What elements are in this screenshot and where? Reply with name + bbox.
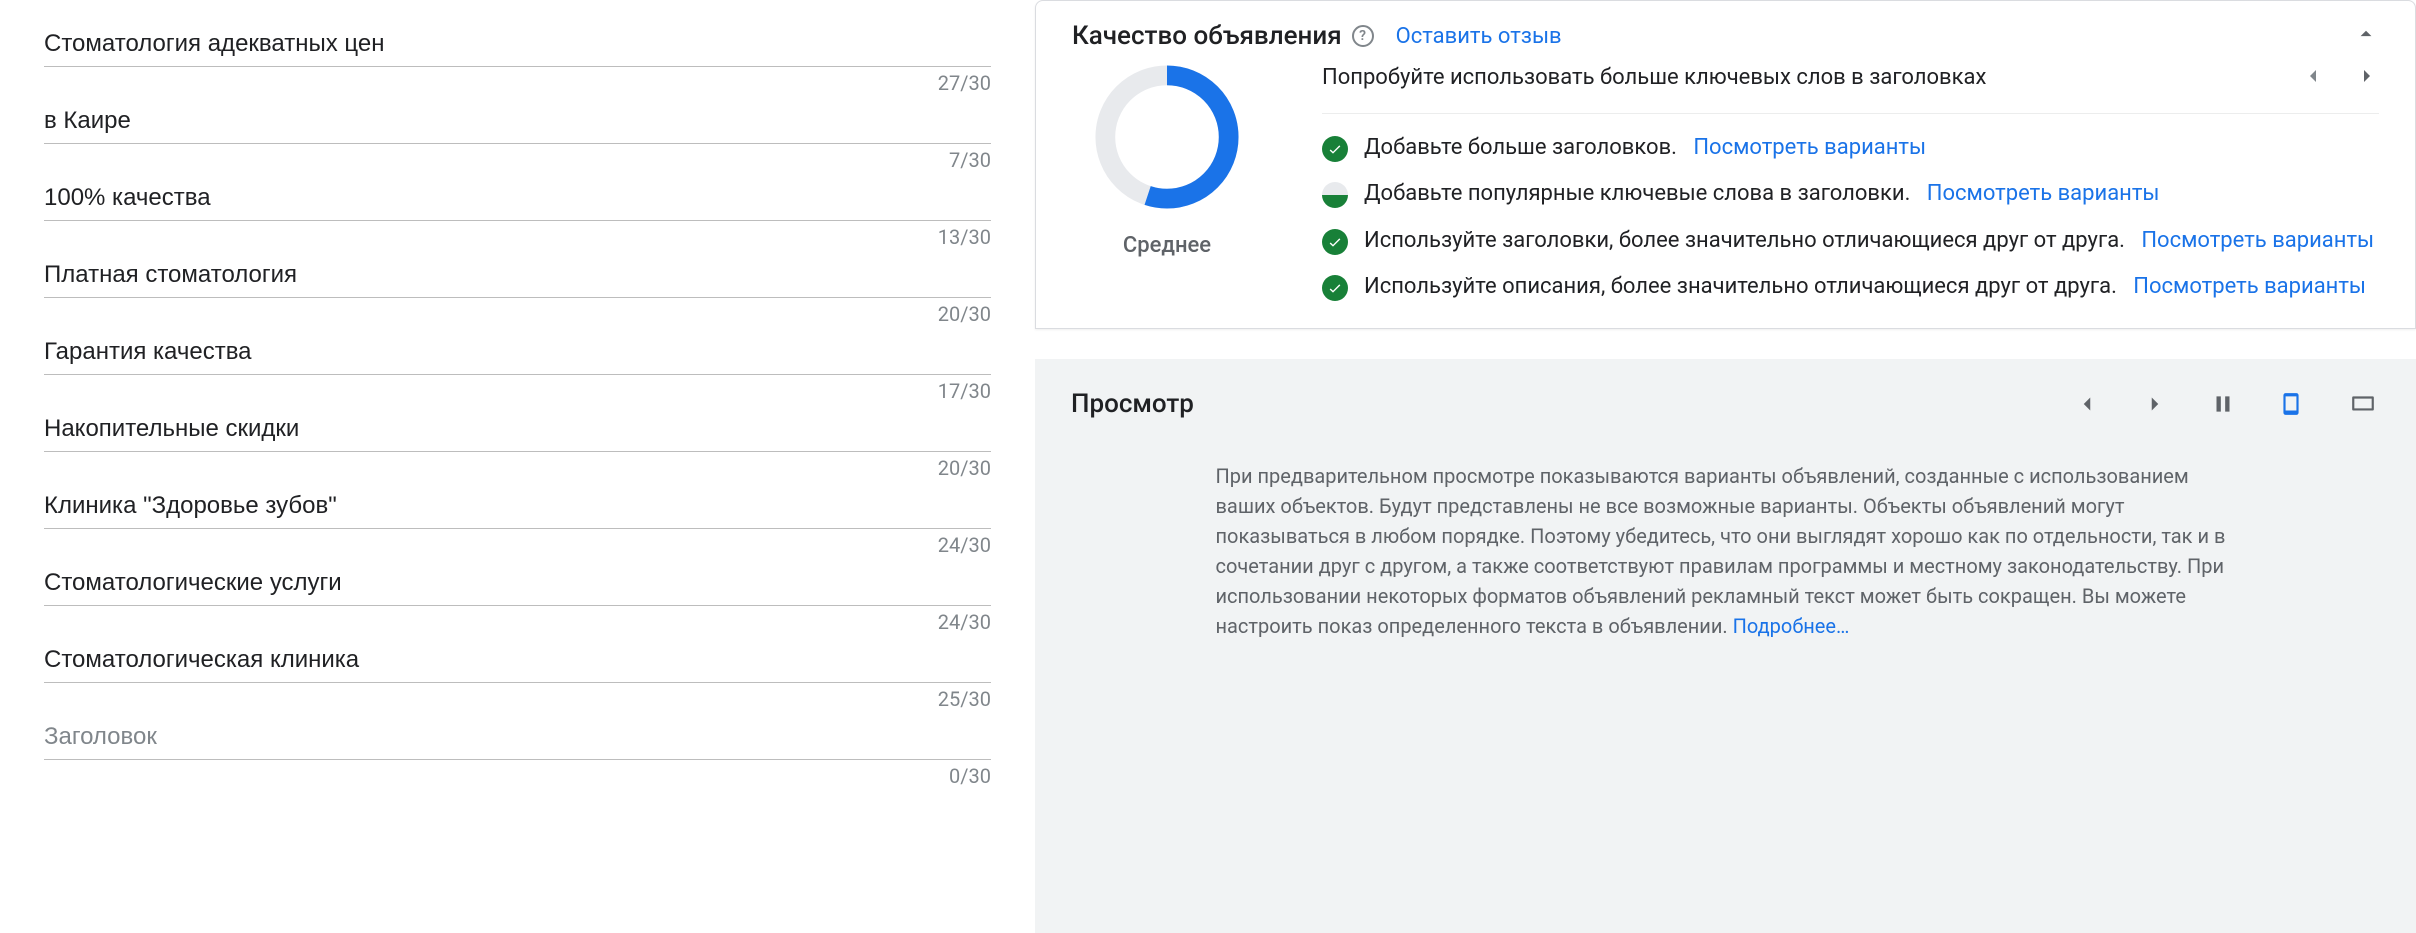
recommendation-text: Добавьте больше заголовков. bbox=[1364, 135, 1677, 160]
headline-row bbox=[44, 0, 991, 67]
headline-row bbox=[44, 231, 991, 298]
quality-tip-text: Попробуйте использовать больше ключевых … bbox=[1322, 63, 1986, 93]
desktop-device-icon[interactable] bbox=[2346, 391, 2380, 417]
view-variants-link[interactable]: Посмотреть варианты bbox=[1927, 181, 2160, 206]
view-variants-link[interactable]: Посмотреть варианты bbox=[1693, 135, 1926, 160]
headline-row bbox=[44, 539, 991, 606]
headline-input-7[interactable] bbox=[44, 492, 991, 520]
headline-input-8[interactable] bbox=[44, 569, 991, 597]
headline-input-2[interactable] bbox=[44, 107, 991, 135]
headline-input-6[interactable] bbox=[44, 415, 991, 443]
learn-more-link[interactable]: Подробнее… bbox=[1733, 614, 1850, 638]
headline-input-9[interactable] bbox=[44, 646, 991, 674]
half-check-icon bbox=[1322, 182, 1348, 208]
tip-prev-icon[interactable] bbox=[2301, 64, 2325, 92]
feedback-link[interactable]: Оставить отзыв bbox=[1396, 24, 1562, 49]
char-counter: 0/30 bbox=[44, 764, 991, 788]
headline-row bbox=[44, 308, 991, 375]
recommendation-item: Используйте описания, более значительно … bbox=[1322, 273, 2379, 302]
recommendation-list: Добавьте больше заголовков. Посмотреть в… bbox=[1322, 134, 2379, 302]
preview-prev-icon[interactable] bbox=[2074, 391, 2100, 417]
preview-description: При предварительном просмотре показывают… bbox=[1176, 461, 2276, 641]
preview-next-icon[interactable] bbox=[2142, 391, 2168, 417]
headline-input-4[interactable] bbox=[44, 261, 991, 289]
headline-row bbox=[44, 693, 991, 760]
recommendation-item: Используйте заголовки, более значительно… bbox=[1322, 227, 2379, 256]
ad-quality-card: Качество объявления ? Оставить отзыв Сре… bbox=[1035, 0, 2416, 329]
collapse-icon[interactable] bbox=[2353, 21, 2379, 51]
preview-title: Просмотр bbox=[1071, 389, 1194, 419]
recommendation-item: Добавьте больше заголовков. Посмотреть в… bbox=[1322, 134, 2379, 163]
recommendation-text: Используйте заголовки, более значительно… bbox=[1364, 228, 2125, 253]
quality-donut-icon bbox=[1093, 63, 1241, 211]
check-icon bbox=[1322, 229, 1348, 255]
recommendation-text: Добавьте популярные ключевые слова в заг… bbox=[1364, 181, 1910, 206]
headline-row bbox=[44, 385, 991, 452]
headline-input-5[interactable] bbox=[44, 338, 991, 366]
quality-rating-label: Среднее bbox=[1123, 233, 1211, 258]
headline-row bbox=[44, 154, 991, 221]
headline-input-10[interactable] bbox=[44, 723, 991, 751]
check-icon bbox=[1322, 136, 1348, 162]
help-icon[interactable]: ? bbox=[1352, 25, 1374, 47]
recommendation-text: Используйте описания, более значительно … bbox=[1364, 274, 2117, 299]
headline-input-3[interactable] bbox=[44, 184, 991, 212]
preview-panel: Просмотр bbox=[1035, 359, 2416, 933]
quality-title: Качество объявления bbox=[1072, 21, 1342, 51]
pause-icon[interactable] bbox=[2210, 391, 2236, 417]
recommendation-item: Добавьте популярные ключевые слова в заг… bbox=[1322, 180, 2379, 209]
headline-row bbox=[44, 462, 991, 529]
tip-next-icon[interactable] bbox=[2355, 64, 2379, 92]
headline-input-1[interactable] bbox=[44, 30, 991, 58]
mobile-device-icon[interactable] bbox=[2278, 387, 2304, 421]
view-variants-link[interactable]: Посмотреть варианты bbox=[2133, 274, 2366, 299]
headline-row bbox=[44, 77, 991, 144]
headline-row bbox=[44, 616, 991, 683]
view-variants-link[interactable]: Посмотреть варианты bbox=[2141, 228, 2374, 253]
check-icon bbox=[1322, 275, 1348, 301]
headlines-editor: 27/30 7/30 13/30 20/30 17/30 20/30 24/30… bbox=[0, 0, 1035, 933]
